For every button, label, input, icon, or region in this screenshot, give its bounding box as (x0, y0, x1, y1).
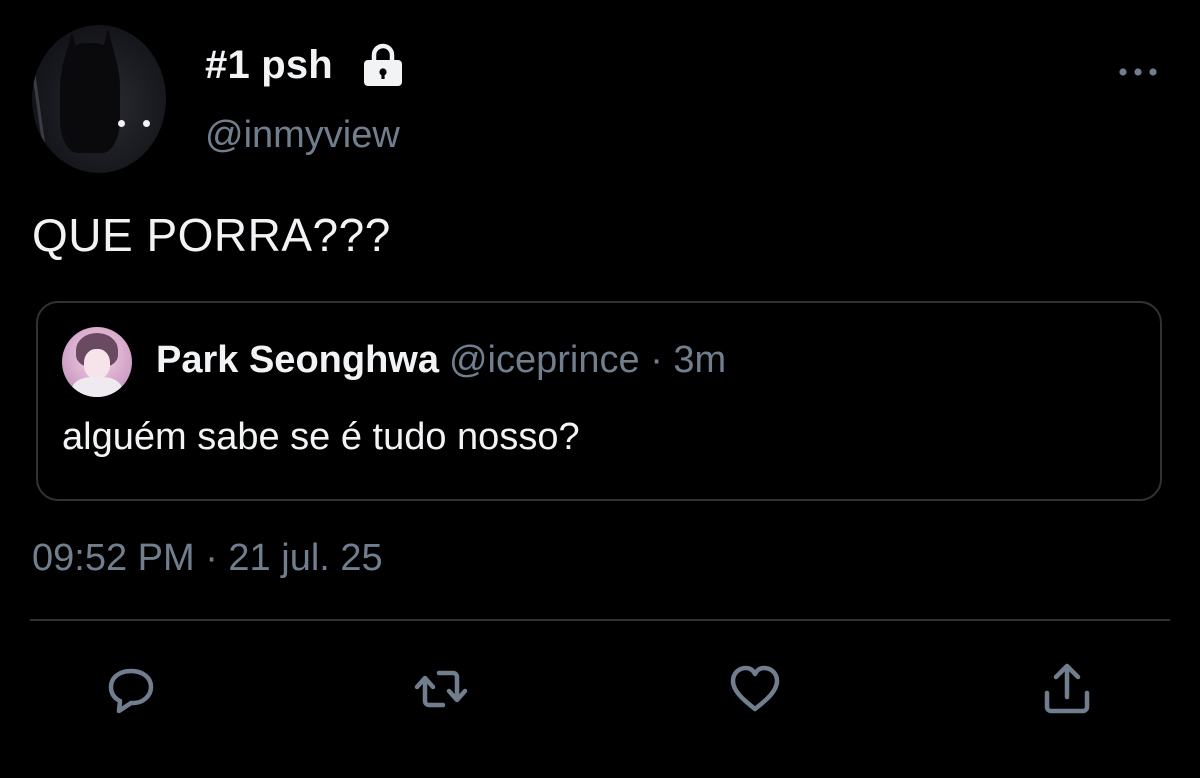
more-icon[interactable] (1116, 64, 1160, 80)
heart-icon (730, 665, 780, 712)
author-display-name[interactable]: #1 psh (205, 43, 333, 88)
tweet-timestamp[interactable]: 09:52 PM · 21 jul. 25 (32, 537, 383, 580)
reply-icon (108, 668, 154, 714)
tweet: #1 psh @inmyview QUE PORRA??? Park Seong… (0, 0, 1200, 778)
share-icon (1044, 663, 1090, 714)
share-button[interactable] (1039, 661, 1095, 717)
author-avatar[interactable] (32, 25, 166, 173)
quoted-author-meta: @iceprince · 3m (448, 339, 727, 381)
author-username[interactable]: @inmyview (205, 114, 400, 157)
retweet-button[interactable] (413, 661, 469, 717)
quoted-tweet-text: alguém sabe se é tudo nosso? (62, 416, 580, 458)
divider (30, 619, 1170, 621)
tweet-text: QUE PORRA??? (32, 209, 391, 261)
quoted-author-avatar[interactable] (62, 327, 132, 397)
reply-button[interactable] (103, 661, 159, 717)
like-button[interactable] (727, 661, 783, 717)
retweet-icon (414, 670, 468, 708)
lock-icon (360, 43, 406, 87)
quoted-tweet-card[interactable]: Park Seonghwa @iceprince · 3m alguém sabe… (36, 301, 1162, 501)
quoted-tweet-header: Park Seonghwa @iceprince · 3m (156, 339, 726, 382)
quoted-author-display-name[interactable]: Park Seonghwa (156, 339, 439, 381)
